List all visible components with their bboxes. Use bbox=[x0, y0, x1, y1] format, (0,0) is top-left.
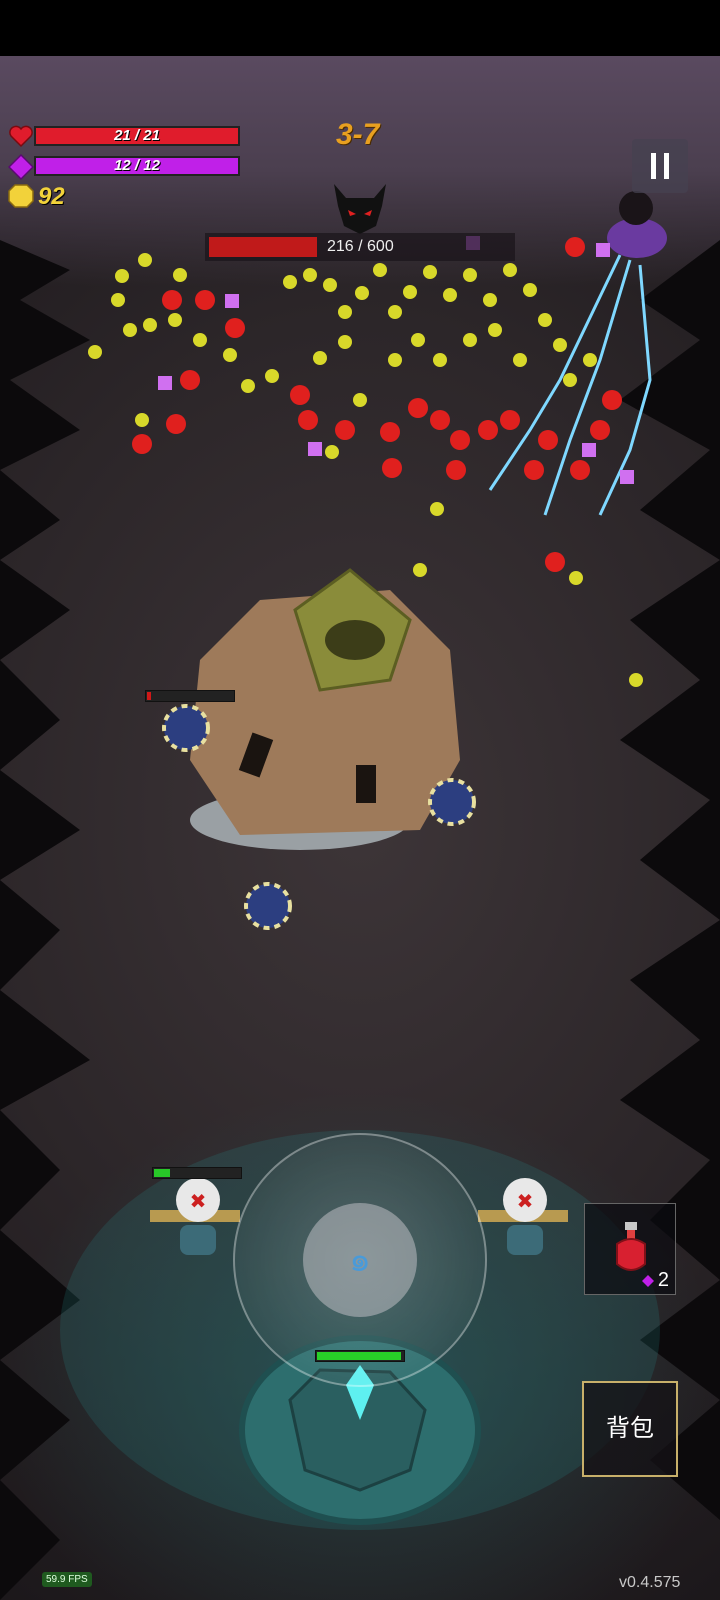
pause-icon bbox=[651, 153, 656, 179]
version-label: v0.4.575 bbox=[619, 1574, 681, 1591]
diamond-icon-small bbox=[642, 1275, 654, 1287]
boss-health-text: 216 / 600 bbox=[327, 238, 394, 255]
mana-bar: 12 / 12 bbox=[34, 156, 240, 176]
guard-health-fill bbox=[154, 1169, 170, 1177]
boss-health-bar: 216 / 600 bbox=[205, 233, 515, 261]
demon-head-icon bbox=[334, 184, 386, 234]
coin-count: 92 bbox=[38, 183, 65, 210]
health-bar: 21 / 21 bbox=[34, 126, 240, 146]
guard-health-bar bbox=[152, 1167, 242, 1179]
pause-button[interactable] bbox=[632, 139, 688, 193]
boss-health-fill bbox=[209, 237, 318, 257]
svg-text:✖: ✖ bbox=[517, 1189, 534, 1213]
potion-count: 2 bbox=[657, 1269, 669, 1291]
turret-health-fill bbox=[147, 692, 152, 700]
gold-coin-icon bbox=[8, 184, 34, 208]
pause-icon-bar bbox=[664, 153, 669, 179]
game-view[interactable]: ✖ ✖ 21 / 21 12 / 12 92 3-7 216 / 600 ๑ 2… bbox=[0, 56, 720, 1600]
potion-slot[interactable]: 2 bbox=[584, 1203, 676, 1295]
player-health-bar bbox=[315, 1350, 405, 1362]
player-health-fill bbox=[317, 1352, 401, 1360]
red-potion-icon bbox=[616, 1222, 646, 1271]
foliage-left bbox=[0, 240, 90, 1600]
fps-counter: 59.9 FPS bbox=[42, 1572, 92, 1587]
swirl-icon: ๑ bbox=[349, 1241, 371, 1279]
heart-icon bbox=[9, 125, 33, 148]
health-text: 21 / 21 bbox=[114, 127, 160, 144]
red-gem-cloud bbox=[132, 237, 622, 572]
bag-button[interactable]: 背包 bbox=[582, 1381, 678, 1477]
svg-text:✖: ✖ bbox=[190, 1189, 207, 1213]
joystick-knob[interactable]: ๑ bbox=[303, 1203, 417, 1317]
diamond-icon bbox=[8, 154, 34, 180]
mana-text: 12 / 12 bbox=[114, 157, 160, 174]
turret-health-bar bbox=[145, 690, 235, 702]
boss-figure bbox=[607, 191, 667, 258]
turret-structure bbox=[190, 568, 460, 850]
level-indicator: 3-7 bbox=[336, 118, 380, 151]
